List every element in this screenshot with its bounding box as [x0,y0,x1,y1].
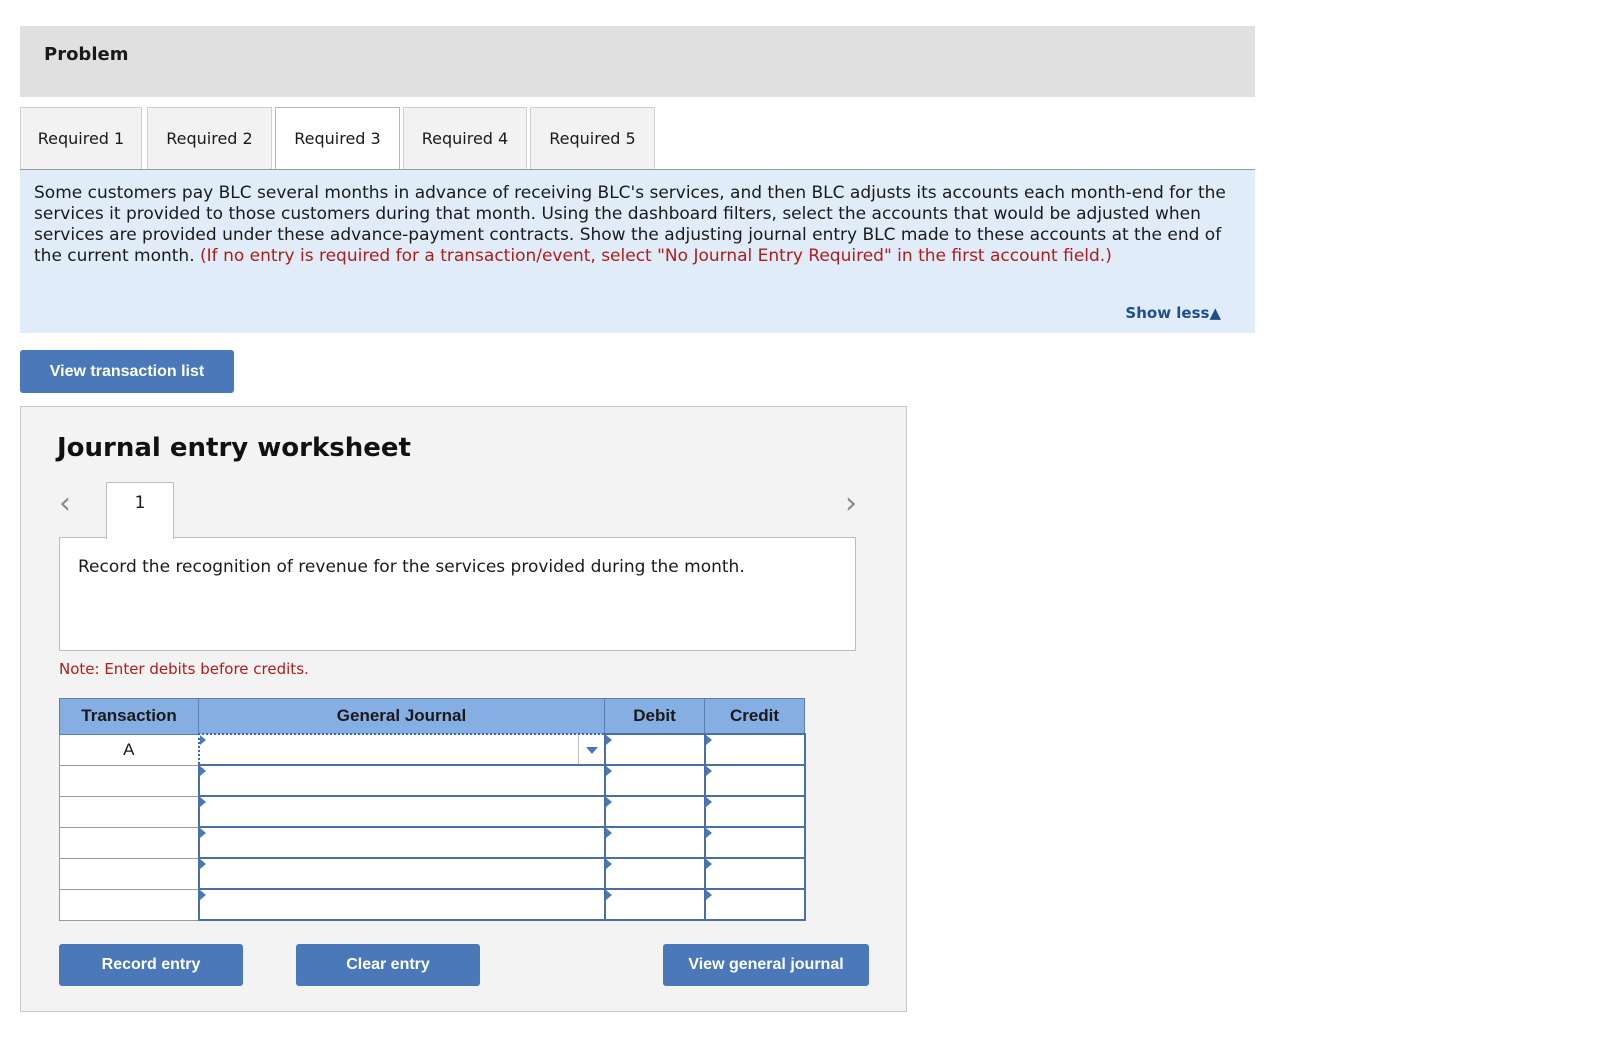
table-row: A [59,733,806,766]
account-select[interactable] [197,888,606,921]
transaction-cell [59,764,199,797]
transaction-header: Transaction [59,698,199,735]
chevron-right-icon[interactable]: › [845,489,857,519]
chevron-left-icon[interactable]: ‹ [59,489,71,519]
entry-page-tab[interactable]: 1 [106,482,174,539]
table-row [59,826,806,859]
debits-note: Note: Enter debits before credits. [59,660,309,678]
debit-input[interactable] [603,857,706,890]
debit-input[interactable] [603,888,706,921]
account-select[interactable] [197,764,606,797]
general-journal-header: General Journal [198,698,605,735]
table-row [59,795,806,828]
debit-header: Debit [604,698,705,735]
transaction-cell: A [59,733,199,766]
tab-required-2[interactable]: Required 2 [147,107,272,169]
show-less-link[interactable]: Show less▲ [1125,304,1221,322]
record-entry-button[interactable]: Record entry [59,944,243,986]
tab-required-5[interactable]: Required 5 [530,107,655,169]
account-select[interactable] [197,795,606,828]
tab-required-4[interactable]: Required 4 [403,107,527,169]
credit-input[interactable] [703,795,806,828]
journal-table: Transaction General Journal Debit Credit… [59,698,806,921]
tab-required-1[interactable]: Required 1 [20,107,142,169]
credit-header: Credit [704,698,805,735]
view-general-journal-button[interactable]: View general journal [663,944,869,986]
transaction-cell [59,857,199,890]
account-select[interactable] [197,826,606,859]
worksheet-title: Journal entry worksheet [57,433,411,463]
debit-input[interactable] [603,764,706,797]
task-description: Record the recognition of revenue for th… [78,557,745,577]
problem-title: Problem [44,44,129,65]
credit-input[interactable] [703,826,806,859]
table-row [59,857,806,890]
instructions-note: (If no entry is required for a transacti… [200,246,1112,266]
transaction-cell [59,888,199,921]
journal-entry-worksheet: Journal entry worksheet ‹ › 1 Record the… [20,406,907,1012]
debit-input[interactable] [603,733,706,766]
debit-input[interactable] [603,795,706,828]
credit-input[interactable] [703,888,806,921]
table-row [59,888,806,921]
instructions-text: Some customers pay BLC several months in… [34,183,1241,267]
credit-input[interactable] [703,764,806,797]
problem-header: Problem [20,26,1255,97]
transaction-cell [59,826,199,859]
table-row [59,764,806,797]
task-description-box: Record the recognition of revenue for th… [59,537,856,651]
transaction-cell [59,795,199,828]
account-select[interactable] [197,857,606,890]
credit-input[interactable] [703,857,806,890]
tab-required-3[interactable]: Required 3 [275,107,400,171]
debit-input[interactable] [603,826,706,859]
instructions-panel: Some customers pay BLC several months in… [20,170,1255,333]
account-select[interactable] [197,733,606,766]
credit-input[interactable] [703,733,806,766]
chevron-down-icon[interactable] [577,735,604,764]
clear-entry-button[interactable]: Clear entry [296,944,480,986]
view-transaction-list-button[interactable]: View transaction list [20,350,234,393]
